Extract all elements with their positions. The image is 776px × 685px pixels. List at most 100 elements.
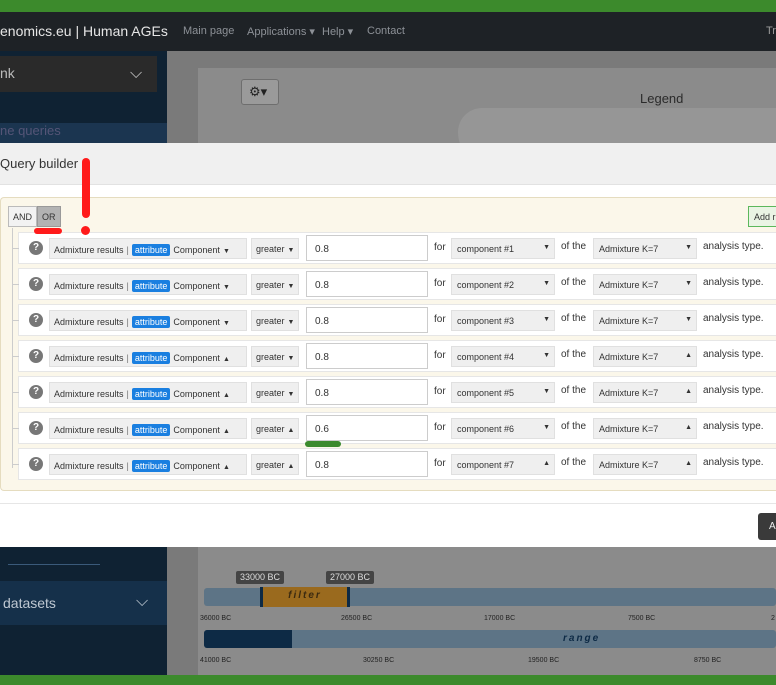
top-tick-label: 7500 BC	[628, 615, 656, 622]
nav-help[interactable]: Help ▾	[322, 25, 353, 38]
component-select[interactable]: component #6 ▼	[451, 418, 555, 439]
help-icon[interactable]: ?	[29, 277, 43, 291]
operator-select[interactable]: greater ▼	[251, 274, 299, 295]
component-select[interactable]: component #1 ▼	[451, 238, 555, 259]
chevron-down-icon: ⌵	[130, 65, 143, 82]
navbar: enomics.eu | Human AGEs Main page Applic…	[0, 12, 776, 51]
analysis-select[interactable]: Admixture K=7 ▲	[593, 454, 697, 475]
value-input[interactable]: 0.6	[306, 415, 428, 441]
condition-or-button[interactable]: OR	[37, 206, 61, 227]
bottom-tick-label: 8750 BC	[694, 657, 722, 664]
analysis-type-label: analysis type.	[703, 277, 764, 288]
condition-and-button[interactable]: AND	[8, 206, 38, 227]
rule-row: ? Admixture results | attribute Component ▲ gr…	[13, 448, 776, 480]
value-input[interactable]: 0.8	[306, 235, 428, 261]
component-value: component #7	[457, 460, 515, 470]
help-icon[interactable]: ?	[29, 385, 43, 399]
sidebar-datasets[interactable]: datasets ⌵	[0, 581, 167, 625]
value-input[interactable]: 0.8	[306, 451, 428, 477]
component-value: component #2	[457, 280, 515, 290]
help-icon[interactable]: ?	[29, 313, 43, 327]
component-select[interactable]: component #7 ▲	[451, 454, 555, 475]
operator-select[interactable]: greater ▼	[251, 382, 299, 403]
sidebar-divider	[8, 564, 100, 565]
annotation-exclamation-dot	[81, 226, 90, 235]
caret-down-icon: ▼	[287, 391, 295, 398]
component-value: component #1	[457, 244, 515, 254]
analysis-select[interactable]: Admixture K=7 ▼	[593, 310, 697, 331]
filter-attribute: Component	[173, 425, 220, 435]
of-the-label: of the	[561, 241, 587, 252]
range-selection[interactable]	[204, 630, 292, 648]
caret-down-icon: ▼	[222, 284, 230, 291]
component-select[interactable]: component #5 ▼	[451, 382, 555, 403]
operator-select[interactable]: greater ▼	[251, 310, 299, 331]
brand-title[interactable]: enomics.eu | Human AGEs	[0, 23, 168, 39]
filter-start-badge: 33000 BC	[236, 571, 285, 584]
operator-value: greater	[256, 316, 285, 326]
for-label: for	[434, 314, 446, 325]
rule-row: ? Admixture results | attribute Component ▼ gr…	[13, 304, 776, 336]
separator: |	[126, 317, 129, 327]
attribute-badge: attribute	[131, 244, 171, 256]
help-icon[interactable]: ?	[29, 457, 43, 471]
map-legend: Legend	[640, 91, 684, 106]
component-select[interactable]: component #4 ▼	[451, 346, 555, 367]
filter-select[interactable]: Admixture results | attribute Component ▲	[49, 454, 247, 475]
filter-select[interactable]: Admixture results | attribute Component ▲	[49, 418, 247, 439]
sidebar-select[interactable]: nk ⌵	[0, 56, 157, 92]
sidebar-select-value: nk	[0, 65, 15, 81]
value-input[interactable]: 0.8	[306, 343, 428, 369]
rule-row: ? Admixture results | attribute Component ▲ gr…	[13, 412, 776, 444]
operator-select[interactable]: greater ▲	[251, 454, 299, 475]
filter-select[interactable]: Admixture results | attribute Component ▲	[49, 346, 247, 367]
component-value: component #5	[457, 388, 515, 398]
filter-source: Admixture results	[54, 281, 124, 291]
analysis-select[interactable]: Admixture K=7 ▼	[593, 274, 697, 295]
operator-select[interactable]: greater ▼	[251, 238, 299, 259]
component-select[interactable]: component #2 ▼	[451, 274, 555, 295]
analysis-value: Admixture K=7	[599, 460, 659, 470]
filter-attribute: Component	[173, 281, 220, 291]
nav-main-page[interactable]: Main page	[183, 25, 234, 37]
help-icon[interactable]: ?	[29, 421, 43, 435]
top-tick-label: 17000 BC	[484, 615, 516, 622]
help-icon[interactable]: ?	[29, 241, 43, 255]
apply-button[interactable]: A	[758, 513, 776, 540]
of-the-label: of the	[561, 313, 587, 324]
of-the-label: of the	[561, 385, 587, 396]
analysis-select[interactable]: Admixture K=7 ▲	[593, 346, 697, 367]
add-rule-button[interactable]: Add r	[748, 206, 776, 227]
tree-branch	[13, 428, 19, 429]
caret-up-icon: ▲	[685, 352, 692, 359]
nav-right-item[interactable]: Tr	[766, 25, 776, 37]
filter-select[interactable]: Admixture results | attribute Component ▼	[49, 274, 247, 295]
value-input[interactable]: 0.8	[306, 307, 428, 333]
operator-value: greater	[256, 460, 285, 470]
filter-select[interactable]: Admixture results | attribute Component ▼	[49, 310, 247, 331]
nav-contact[interactable]: Contact	[367, 25, 405, 37]
tree-branch	[13, 320, 19, 321]
value-input[interactable]: 0.8	[306, 379, 428, 405]
filter-select[interactable]: Admixture results | attribute Component ▲	[49, 382, 247, 403]
analysis-select[interactable]: Admixture K=7 ▼	[593, 238, 697, 259]
annotation-value-underline	[305, 441, 341, 447]
analysis-select[interactable]: Admixture K=7 ▲	[593, 382, 697, 403]
caret-up-icon: ▲	[287, 427, 295, 434]
help-icon[interactable]: ?	[29, 349, 43, 363]
filter-selection[interactable]: filter	[260, 587, 350, 607]
operator-select[interactable]: greater ▲	[251, 418, 299, 439]
component-select[interactable]: component #3 ▼	[451, 310, 555, 331]
analysis-value: Admixture K=7	[599, 424, 659, 434]
rule-row: ? Admixture results | attribute Component ▲ gr…	[13, 376, 776, 408]
filter-select[interactable]: Admixture results | attribute Component ▼	[49, 238, 247, 259]
nav-applications[interactable]: Applications ▾	[247, 25, 315, 38]
value-input[interactable]: 0.8	[306, 271, 428, 297]
analysis-select[interactable]: Admixture K=7 ▲	[593, 418, 697, 439]
operator-value: greater	[256, 424, 285, 434]
operator-select[interactable]: greater ▼	[251, 346, 299, 367]
query-builder-modal: Query builder AND OR Add r ? Admixture re…	[0, 143, 776, 547]
map-settings-button[interactable]: ⚙▾	[241, 79, 279, 105]
caret-up-icon: ▲	[222, 356, 230, 363]
for-label: for	[434, 422, 446, 433]
